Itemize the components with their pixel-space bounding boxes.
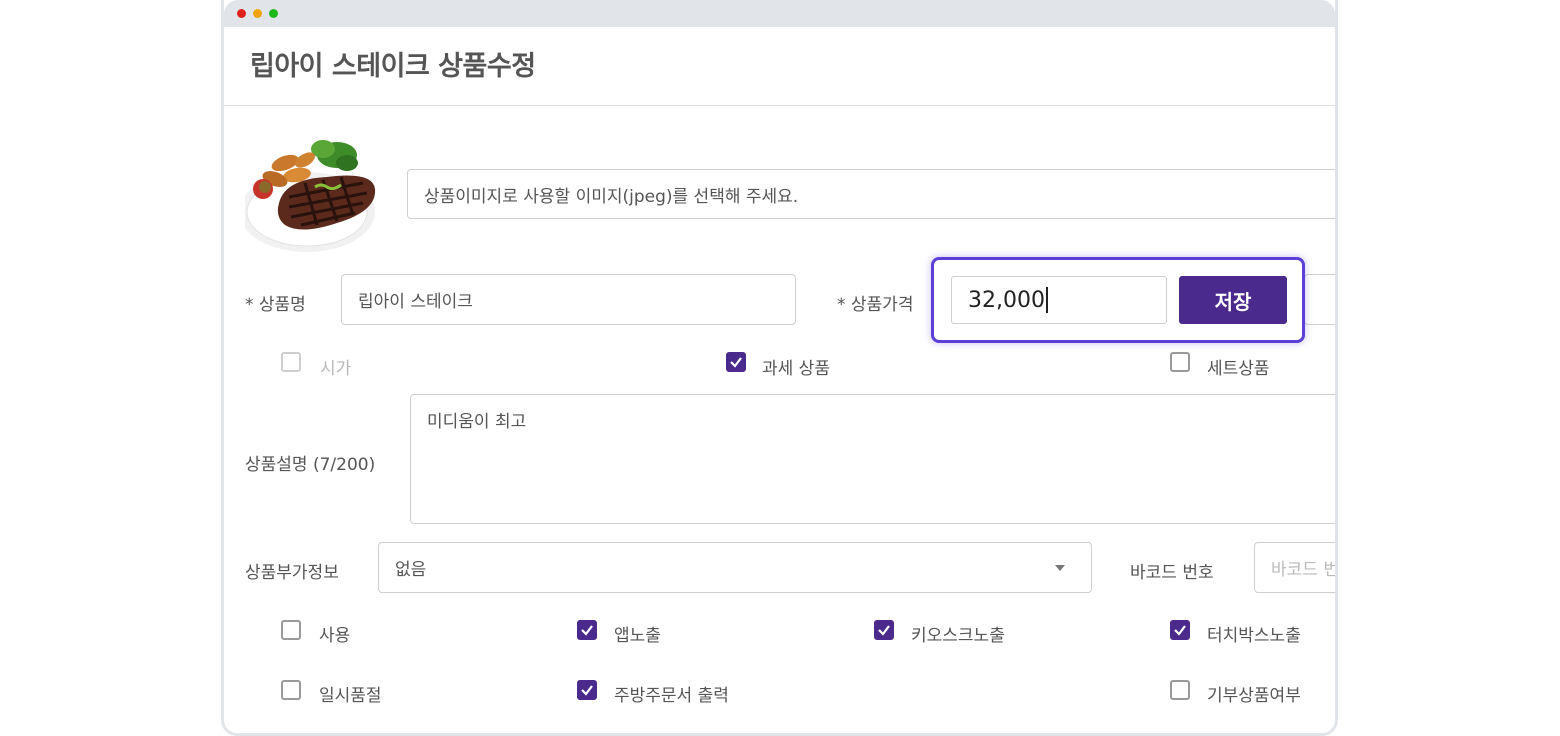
set-product-checkbox[interactable] [1170,352,1190,372]
product-image[interactable] [245,127,376,258]
donation-product-checkbox[interactable] [1170,680,1190,700]
touchbox-display-checkbox[interactable] [1170,620,1190,640]
checkmark-icon [730,357,742,368]
steak-image-icon [245,140,376,252]
extra-info-label: 상품부가정보 [245,563,339,583]
close-window-dot[interactable] [237,9,246,18]
product-price-label: * 상품가격 [837,295,914,315]
save-button[interactable]: 저장 [1179,276,1287,324]
page-title: 립아이 스테이크 상품수정 [250,51,536,82]
product-name-input[interactable]: 립아이 스테이크 [341,274,796,325]
description-value: 미디움이 최고 [427,412,527,432]
donation-product-label: 기부상품여부 [1207,686,1301,706]
use-label: 사용 [319,626,351,646]
checkmark-icon [581,685,593,696]
checkmark-icon [878,625,890,636]
maximize-window-dot[interactable] [269,9,278,18]
image-placeholder: 상품이미지로 사용할 이미지(jpeg)를 선택해 주세요. [424,186,799,207]
title-divider [224,105,1335,106]
barcode-placeholder: 바코드 번호 [1271,560,1338,580]
price-value: 32,000 [968,287,1045,313]
product-name-label: * 상품명 [245,295,306,315]
barcode-input[interactable]: 바코드 번호 [1254,542,1338,593]
market-price-label: 시가 [320,359,352,379]
price-field-background [1304,274,1335,325]
description-textarea[interactable]: 미디움이 최고 [410,394,1335,524]
checkmark-icon [1174,625,1186,636]
dropdown-arrow-icon [1055,564,1065,571]
sold-out-checkbox[interactable] [281,680,301,700]
price-input[interactable]: 32,000 [951,276,1167,324]
taxable-checkbox[interactable] [726,352,746,372]
product-edit-window: 립아이 스테이크 상품수정 상품이미지로 사용할 이미지(jpeg)를 선택해 … [221,0,1338,736]
taxable-label: 과세 상품 [762,359,830,379]
image-file-input[interactable]: 상품이미지로 사용할 이미지(jpeg)를 선택해 주세요. [407,169,1335,219]
text-caret [1045,287,1048,313]
description-label: 상품설명 (7/200) [245,455,376,475]
kiosk-display-label: 키오스크노출 [911,626,1005,646]
product-name-value: 립아이 스테이크 [358,292,473,312]
kiosk-display-checkbox[interactable] [874,620,894,640]
extra-info-select[interactable]: 없음 [378,542,1092,593]
use-checkbox[interactable] [281,620,301,640]
kitchen-print-checkbox[interactable] [577,680,597,700]
extra-info-selected: 없음 [395,560,427,580]
touchbox-display-label: 터치박스노출 [1207,626,1301,646]
barcode-label: 바코드 번호 [1130,563,1214,583]
app-display-checkbox[interactable] [577,620,597,640]
set-product-label: 세트상품 [1207,359,1270,379]
sold-out-label: 일시품절 [319,686,382,706]
app-display-label: 앱노출 [614,626,661,646]
kitchen-print-label: 주방주문서 출력 [614,686,729,706]
minimize-window-dot[interactable] [253,9,262,18]
market-price-checkbox[interactable] [281,352,301,372]
window-titlebar [224,0,1335,27]
price-edit-popup: 32,000 저장 [931,257,1305,343]
checkmark-icon [581,625,593,636]
